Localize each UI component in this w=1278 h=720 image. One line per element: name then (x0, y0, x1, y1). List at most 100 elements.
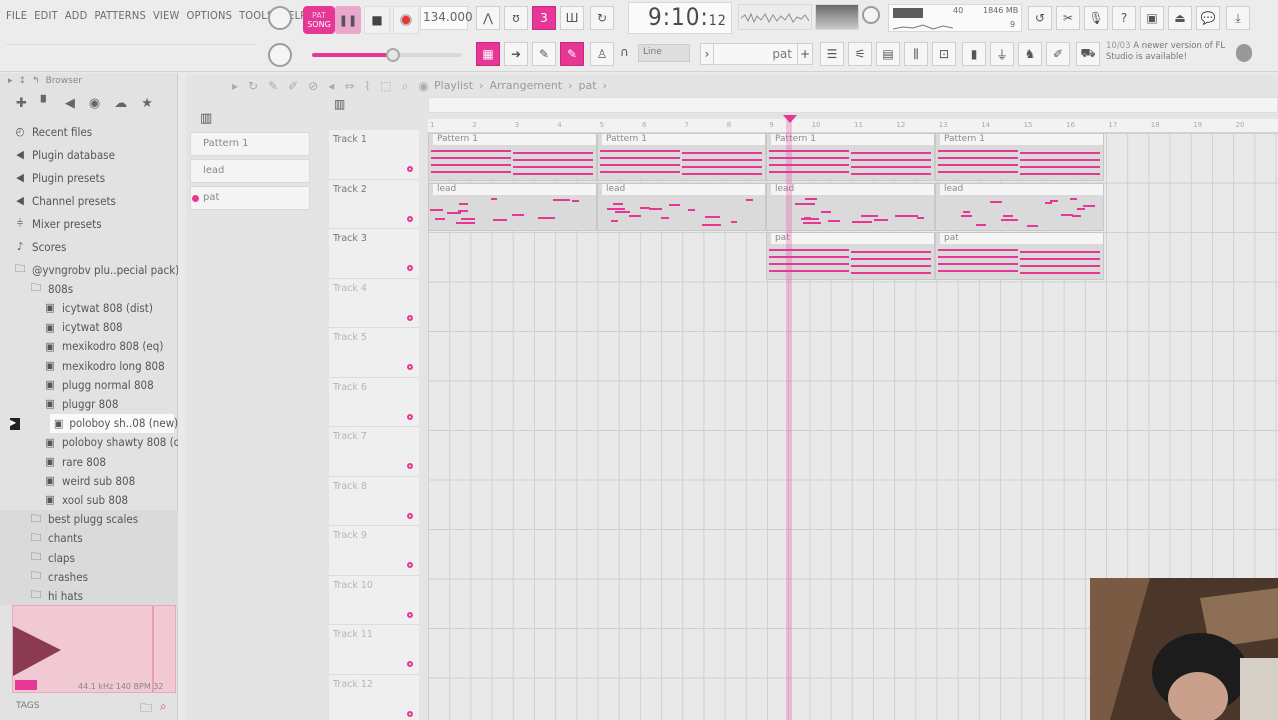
file-filter-icon[interactable]: ▘ (41, 96, 51, 111)
track-header[interactable]: Track 1 (329, 130, 419, 180)
select-icon[interactable]: ⬚ (380, 79, 391, 94)
menu-patterns[interactable]: PATTERNS (94, 9, 145, 27)
cloud-filter-icon[interactable]: ☁ (114, 96, 127, 111)
playlist-clip[interactable]: lead (428, 182, 597, 231)
tools-button[interactable]: ✂ (1056, 6, 1080, 30)
snap-icon[interactable]: ↻ (248, 79, 258, 94)
person-button[interactable]: ♞ (1018, 42, 1042, 66)
snap-select[interactable]: Line (638, 44, 690, 62)
master-volume-handle[interactable] (386, 48, 400, 62)
playlist-clip[interactable]: Pattern 1 (597, 133, 766, 181)
track-mute-dot[interactable] (407, 611, 413, 618)
play-arrow-icon[interactable]: ▶ (10, 417, 20, 430)
menu-view[interactable]: VIEW (153, 9, 180, 27)
track-mute-dot[interactable] (407, 562, 413, 568)
play-pause-button[interactable]: ❚❚ (335, 6, 361, 34)
track-header[interactable]: Track 2 (329, 179, 419, 229)
save-button[interactable]: ▣ (1140, 6, 1164, 30)
browser-item[interactable]: ▣ rare 808 (0, 452, 106, 471)
playhead[interactable] (786, 119, 792, 720)
mic-button[interactable]: 🎙 (1084, 6, 1108, 30)
hint-bar[interactable]: 10/03 A newer version of FL Studio is av… (1106, 41, 1254, 69)
track-header[interactable]: Track 8 (329, 476, 419, 526)
track-mute-dot[interactable] (407, 463, 413, 469)
track-header[interactable]: Track 9 (329, 526, 419, 576)
shop-button[interactable]: ⛟ (1076, 42, 1100, 66)
mute-icon[interactable]: ◂ (328, 79, 334, 94)
playlist-clip[interactable]: Pattern 1 (428, 133, 597, 181)
track-mute-dot[interactable] (407, 413, 413, 420)
horizontal-scrollbar[interactable] (428, 97, 1278, 113)
track-header[interactable]: Track 5 (329, 328, 419, 378)
mixer-button[interactable]: ⫼ (904, 42, 928, 66)
track-header[interactable]: Track 10 (329, 575, 419, 625)
undo-history-button[interactable]: ↺ (1028, 6, 1052, 30)
playlist-clip[interactable]: pat (935, 232, 1104, 280)
browser-item[interactable]: ▣ icytwat 808 (0, 318, 122, 337)
playlist-button[interactable]: ☰ (820, 42, 844, 66)
draw-mode-button[interactable]: ▦ (476, 42, 500, 66)
browser-item[interactable]: 🗀 hi hats (0, 586, 178, 606)
track-mute-dot[interactable] (407, 512, 413, 519)
browser-item[interactable]: ▣ poloboy sh..08 (new) (50, 413, 178, 433)
tempo-value[interactable]: 134.000 (423, 10, 473, 24)
master-volume-knob[interactable] (268, 6, 292, 30)
loop-record-button[interactable]: ↻ (590, 6, 614, 30)
browser-item[interactable]: 🗀 chants (0, 528, 178, 548)
countdown-button[interactable]: 3 (532, 6, 556, 30)
plugin-picker-button[interactable]: ⏏ (1168, 6, 1192, 30)
track-mute-dot[interactable] (407, 364, 413, 370)
wait-input-button[interactable]: ʊ (504, 6, 528, 30)
record-button[interactable] (393, 6, 419, 34)
menu-options[interactable]: OPTIONS (186, 9, 232, 27)
channel-rack-button[interactable]: ▤ (876, 42, 900, 66)
track-mute-dot[interactable] (407, 265, 413, 271)
stop-button[interactable]: ■ (364, 6, 390, 34)
tags-label[interactable]: TAGS (16, 701, 39, 711)
pattern-picker-item[interactable]: lead (190, 159, 310, 183)
pencil-icon[interactable]: ✎ (268, 79, 278, 94)
plugin-filter-icon[interactable]: ◉ (89, 96, 100, 111)
menu-file[interactable]: FILE (6, 9, 27, 27)
metronome-button[interactable]: ⋀ (476, 6, 500, 30)
browser-item[interactable]: 🗀 @yvngrobv plu..pecial pack) (0, 260, 179, 279)
chat-button[interactable]: 💬 (1196, 6, 1220, 30)
slip-icon[interactable]: ⇔ (344, 79, 354, 94)
magnet-icon[interactable]: ∩ (620, 45, 629, 59)
track-header[interactable]: Track 3 (329, 229, 419, 279)
playhead-marker-icon[interactable] (783, 115, 797, 123)
browser-item[interactable]: ▣ pluggr 808 (0, 394, 118, 413)
all-filter-icon[interactable]: ✚ (16, 96, 27, 111)
speaker-icon[interactable]: ◉ (418, 79, 428, 94)
browser-item[interactable]: ▣ mexikodro long 808 (0, 356, 164, 375)
panel-knob[interactable] (862, 6, 880, 24)
menu-edit[interactable]: EDIT (34, 9, 58, 27)
sample-preview[interactable] (12, 605, 176, 693)
browser-item[interactable]: ▣ xool sub 808 (0, 490, 128, 509)
pattern-picker-item[interactable]: pat (190, 186, 310, 210)
paint-button[interactable]: ✐ (1046, 42, 1070, 66)
zoom-icon[interactable]: ⌕ (402, 79, 409, 94)
plug-button[interactable]: ⏚ (990, 42, 1014, 66)
browser-item[interactable]: ▣ icytwat 808 (dist) (0, 298, 153, 317)
delete-icon[interactable]: ⊘ (308, 79, 318, 94)
stamp-tool-button[interactable]: ♙ (590, 42, 614, 66)
song-time[interactable]: 9:10:12 (648, 3, 727, 31)
browser-item[interactable]: 🗀 best plugg scales (0, 509, 178, 529)
arrow-right-icon[interactable]: ▸ (8, 76, 13, 91)
playlist-clip[interactable]: Pattern 1 (935, 133, 1104, 181)
star-filter-icon[interactable]: ★ (141, 96, 153, 111)
track-header[interactable]: Track 12 (329, 674, 419, 720)
pattern-picker-item[interactable]: Pattern 1 (190, 132, 310, 156)
paint-icon[interactable]: ✐ (288, 79, 298, 94)
pattern-add-button[interactable]: + (797, 43, 813, 65)
arrow-up-icon[interactable]: ↕ (19, 76, 27, 91)
playlist-clip[interactable]: lead (935, 182, 1104, 231)
browser-item[interactable]: ▣ plugg normal 808 (0, 375, 153, 394)
back-icon[interactable]: ↰ (32, 76, 40, 91)
brush-tool-button[interactable]: ✎ (560, 42, 584, 66)
file-button[interactable]: ▮ (962, 42, 986, 66)
track-header[interactable]: Track 7 (329, 427, 419, 477)
browser-item[interactable]: 🗀 claps (0, 548, 178, 567)
browser-item[interactable]: ▣ weird sub 808 (0, 471, 135, 490)
